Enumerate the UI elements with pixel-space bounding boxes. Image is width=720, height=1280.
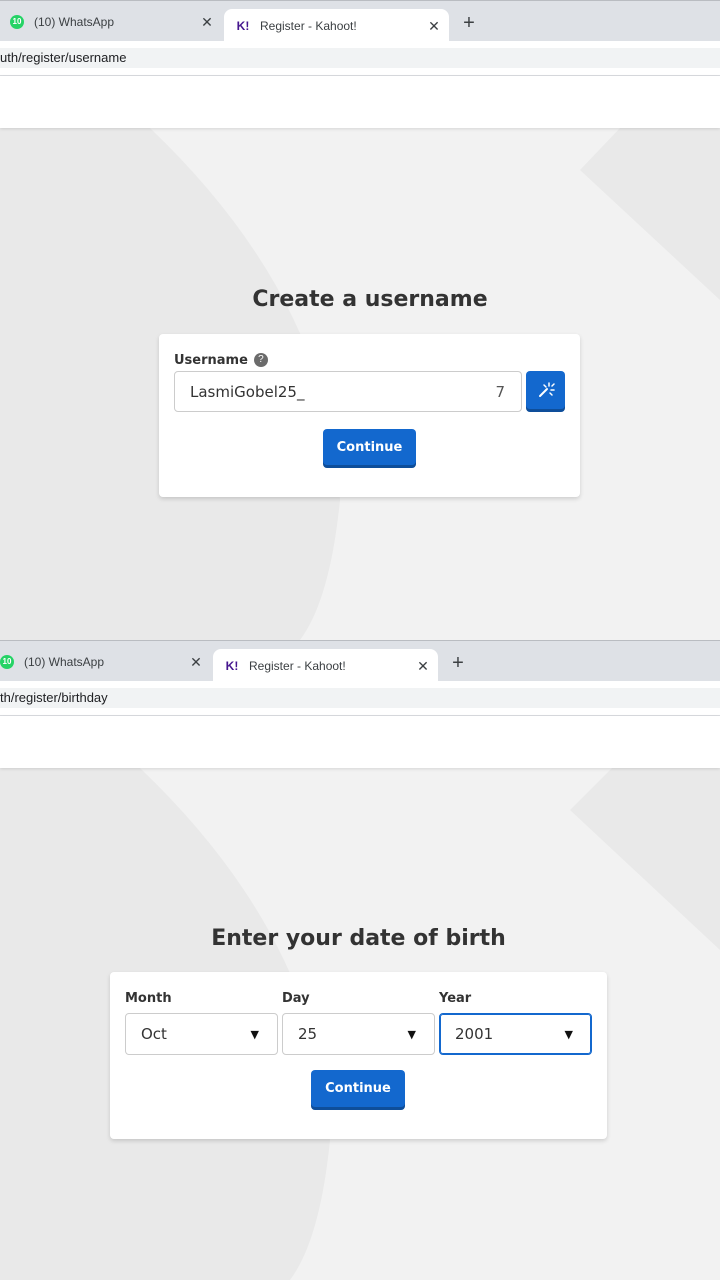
username-card: Username? LasmiGobel25_ 7 Continue xyxy=(159,334,580,497)
new-tab-icon[interactable]: + xyxy=(459,13,479,33)
kahoot-icon: K! xyxy=(236,18,250,33)
tab-title: (10) WhatsApp xyxy=(34,14,115,29)
whatsapp-icon: 10 xyxy=(10,14,24,29)
page-header xyxy=(0,76,720,128)
dropdown-arrow-icon: ▼ xyxy=(250,1028,259,1041)
tab-kahoot[interactable]: K! Register - Kahoot! ✕ xyxy=(224,9,449,42)
tab-kahoot[interactable]: K! Register - Kahoot! ✕ xyxy=(213,649,438,682)
tab-whatsapp[interactable]: 10 (10) WhatsApp ✕ xyxy=(0,641,211,682)
close-icon[interactable]: ✕ xyxy=(416,659,430,673)
address-bar: th/register/birthday xyxy=(0,681,720,716)
username-label: Username xyxy=(174,353,248,368)
whatsapp-icon: 10 xyxy=(0,654,14,669)
dropdown-arrow-icon: ▼ xyxy=(407,1028,416,1041)
dropdown-arrow-icon: ▼ xyxy=(564,1028,573,1041)
username-label-row: Username? xyxy=(174,351,268,369)
username-value: LasmiGobel25_ xyxy=(190,383,305,401)
url-field[interactable]: th/register/birthday xyxy=(0,688,720,708)
close-icon[interactable]: ✕ xyxy=(427,19,441,33)
username-input[interactable]: LasmiGobel25_ 7 xyxy=(174,371,522,412)
year-label: Year xyxy=(439,991,472,1006)
continue-button[interactable]: Continue xyxy=(311,1070,405,1110)
address-bar: uth/register/username xyxy=(0,41,720,76)
character-count: 7 xyxy=(495,383,505,401)
kahoot-icon: K! xyxy=(225,658,239,673)
magic-wand-icon xyxy=(538,382,555,397)
day-select[interactable]: 25 ▼ xyxy=(282,1013,435,1055)
month-value: Oct xyxy=(141,1025,167,1043)
close-icon[interactable]: ✕ xyxy=(189,655,203,669)
page-title: Enter your date of birth xyxy=(211,926,506,951)
tab-title: (10) WhatsApp xyxy=(24,654,105,669)
year-select[interactable]: 2001 ▼ xyxy=(439,1013,592,1055)
continue-button[interactable]: Continue xyxy=(323,429,416,468)
tab-strip: 10 (10) WhatsApp ✕ K! Register - Kahoot!… xyxy=(0,640,720,682)
url-field[interactable]: uth/register/username xyxy=(0,48,720,68)
year-value: 2001 xyxy=(455,1025,494,1043)
tab-whatsapp[interactable]: 10 (10) WhatsApp ✕ xyxy=(0,1,222,42)
day-label: Day xyxy=(282,991,310,1006)
generate-username-button[interactable] xyxy=(526,371,565,412)
page-title: Create a username xyxy=(252,287,488,312)
month-select[interactable]: Oct ▼ xyxy=(125,1013,278,1055)
help-icon[interactable]: ? xyxy=(253,352,268,367)
birthday-card: Month Day Year Oct ▼ 25 ▼ 2001 ▼ Continu… xyxy=(110,972,607,1139)
new-tab-icon[interactable]: + xyxy=(448,653,468,673)
tab-strip: 10 (10) WhatsApp ✕ K! Register - Kahoot!… xyxy=(0,0,720,42)
day-value: 25 xyxy=(298,1025,318,1043)
month-label: Month xyxy=(125,991,172,1006)
tab-title: Register - Kahoot! xyxy=(260,18,357,33)
page-header xyxy=(0,716,720,768)
close-icon[interactable]: ✕ xyxy=(200,15,214,29)
tab-title: Register - Kahoot! xyxy=(249,658,346,673)
username-screen: 10 (10) WhatsApp ✕ K! Register - Kahoot!… xyxy=(0,0,720,640)
birthday-screen: 10 (10) WhatsApp ✕ K! Register - Kahoot!… xyxy=(0,640,720,1280)
